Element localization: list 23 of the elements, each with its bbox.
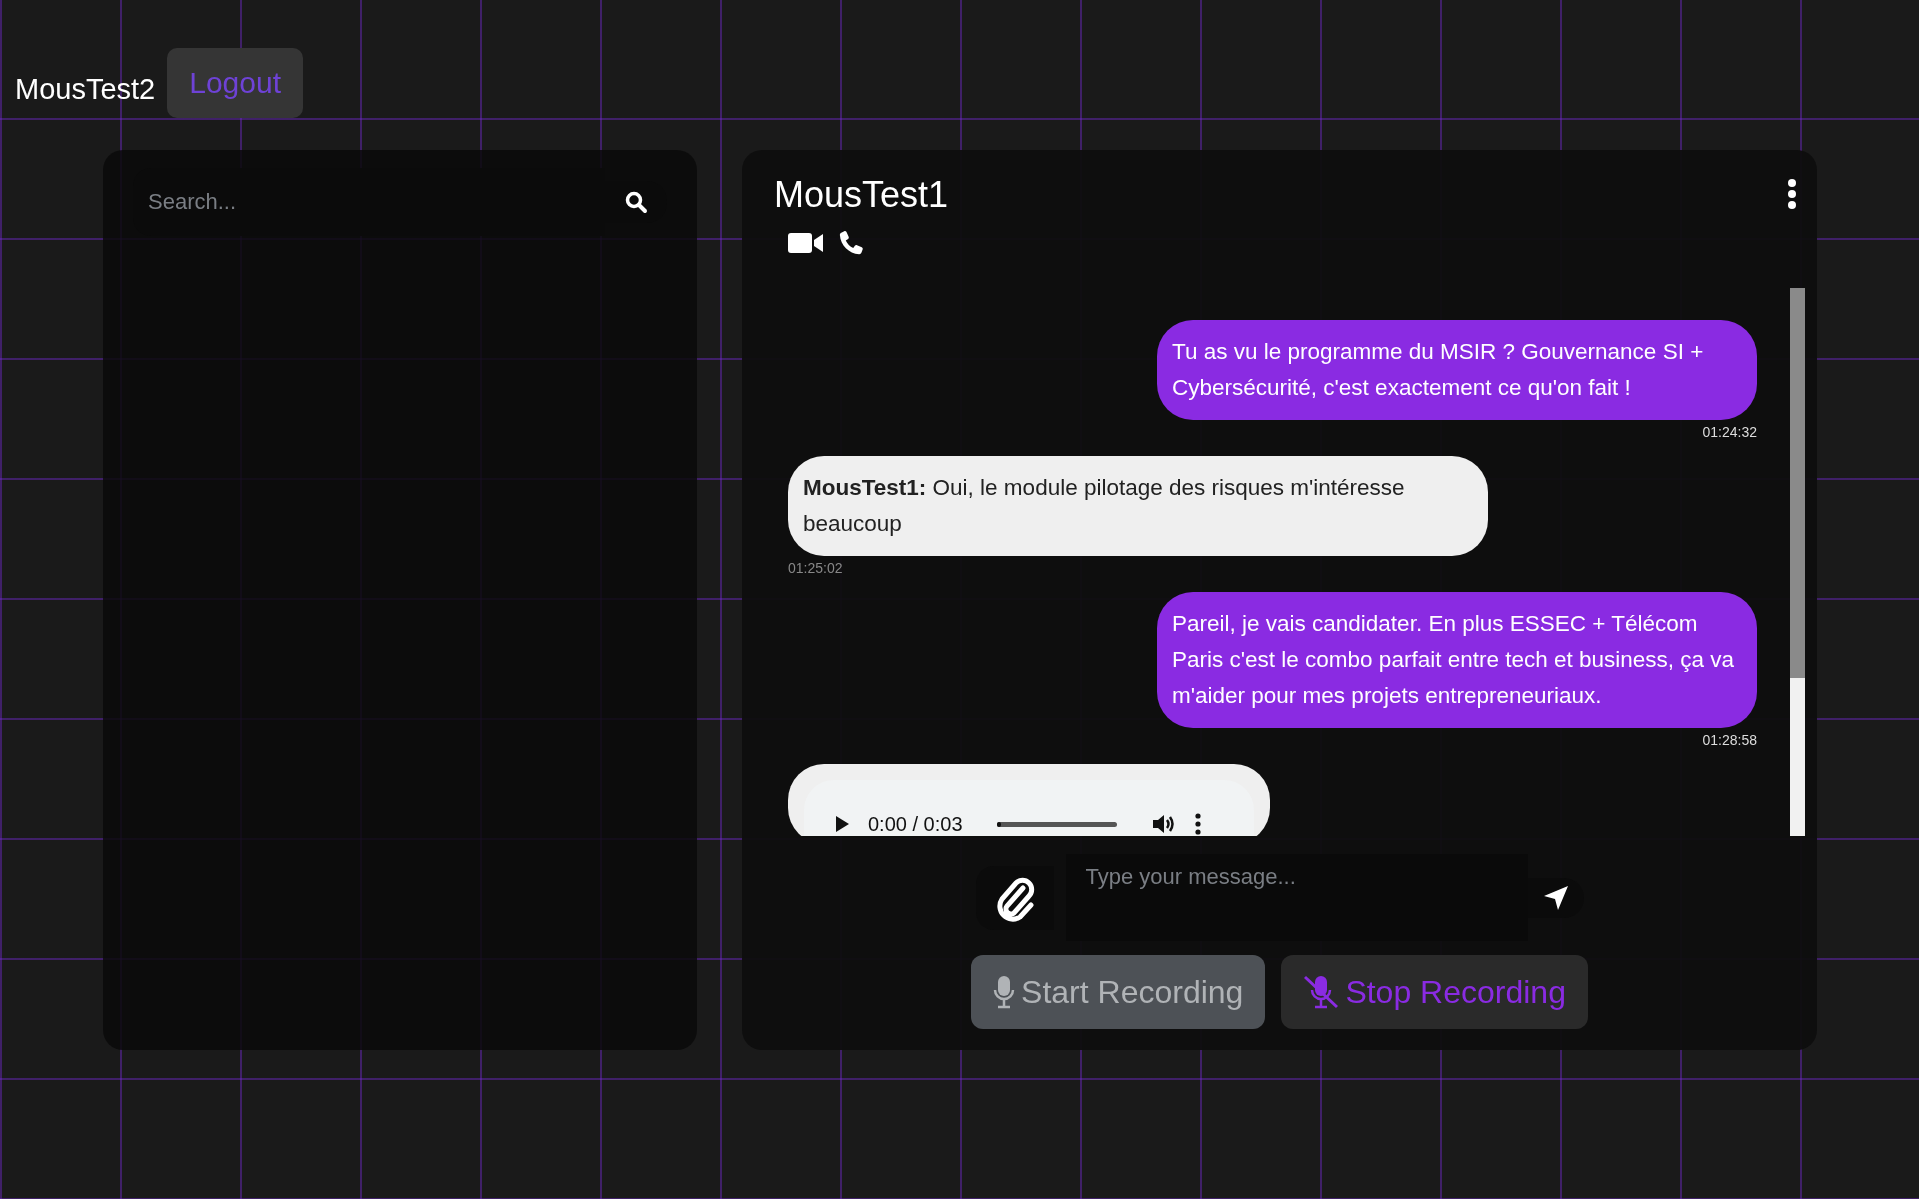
- muted-microphone-icon: [1303, 975, 1340, 1009]
- sent-message: Tu as vu le programme du MSIR ? Gouvernance SI + Cybersécurité, c'est exactement ce qu'on fait !: [1157, 320, 1757, 420]
- scrollbar[interactable]: [1790, 288, 1805, 836]
- logout-button[interactable]: Logout: [167, 47, 303, 118]
- message-time: 01:28:58: [1702, 732, 1757, 748]
- sent-message: Pareil, je vais candidater. En plus ESSEC + Télécom Paris c'est le combo parfait entre tech et business, ça va m'aider pour mes projets entrepreneuriaux.: [1157, 592, 1757, 728]
- volume-icon[interactable]: [1150, 812, 1177, 836]
- play-icon[interactable]: [834, 815, 850, 833]
- message-input[interactable]: Type your message...: [1065, 854, 1528, 941]
- message-time: 01:25:02: [788, 560, 843, 576]
- more-options-icon[interactable]: [1787, 178, 1797, 210]
- recording-button[interactable]: Stop Recording: [1281, 955, 1588, 1029]
- message-time: 01:24:32: [1702, 424, 1757, 440]
- audio-progress-bar[interactable]: [996, 821, 1117, 827]
- send-arrow-icon: [1542, 884, 1569, 911]
- received-message: MousTest1: Oui, le module pilotage des risques m'intéresse beaucoup: [788, 456, 1488, 556]
- more-options-icon[interactable]: [1194, 813, 1201, 835]
- video-camera-icon[interactable]: [788, 231, 824, 255]
- chat-title: MousTest1: [774, 174, 949, 216]
- search-icon: [624, 190, 648, 214]
- username: MousTest2: [15, 73, 156, 106]
- audio-time: 0:00 / 0:03: [868, 812, 963, 836]
- microphone-icon: [993, 975, 1016, 1009]
